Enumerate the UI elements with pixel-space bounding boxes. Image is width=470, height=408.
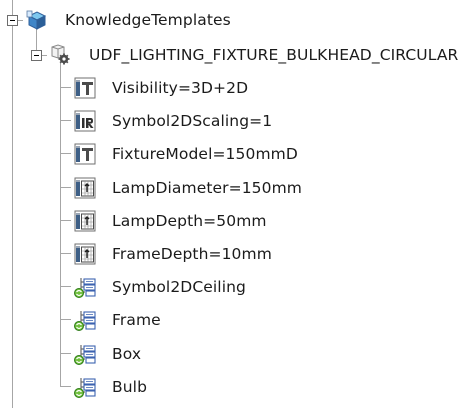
string-parameter-icon — [73, 76, 97, 100]
tree-line-item-branch — [61, 120, 71, 121]
length-parameter-icon — [73, 242, 97, 266]
root-label[interactable]: KnowledgeTemplates — [65, 10, 231, 30]
tree-line-item-branch — [61, 253, 71, 254]
tree-line-item-branch — [61, 153, 71, 154]
tree-item-label[interactable]: Box — [112, 344, 141, 364]
tree-item-label[interactable]: Symbol2DCeiling — [112, 277, 246, 297]
knowledge-templates-icon — [25, 8, 49, 32]
tree-item-label[interactable]: LampDepth=50mm — [112, 211, 267, 231]
tree-line-item-branch — [61, 353, 71, 354]
tree-item-label[interactable]: Symbol2DScaling=1 — [112, 111, 272, 131]
tree-item-label[interactable]: Frame — [112, 310, 161, 330]
tree-line-root-vertical — [12, 0, 13, 408]
tree-line-item-branch — [61, 220, 71, 221]
tree-item-label[interactable]: Visibility=3D+2D — [112, 78, 248, 98]
length-parameter-icon — [73, 209, 97, 233]
udf-gear-icon — [47, 42, 71, 66]
string-parameter-icon — [73, 142, 97, 166]
tree-line-item-branch — [61, 286, 71, 287]
tree-item-label[interactable]: LampDiameter=150mm — [112, 178, 302, 198]
udf-collapse-toggle[interactable] — [31, 50, 42, 61]
tree-item-label[interactable]: FixtureModel=150mmD — [112, 144, 298, 164]
tree-line-item-branch — [61, 319, 71, 320]
tree-line-level2-vertical — [60, 63, 61, 387]
formula-relation-icon — [73, 275, 97, 299]
udf-label[interactable]: UDF_LIGHTING_FIXTURE_BULKHEAD_CIRCULAR — [89, 45, 458, 65]
tree-line-item-branch — [61, 187, 71, 188]
tree-line-item-branch — [61, 386, 71, 387]
tree-item-label[interactable]: FrameDepth=10mm — [112, 244, 272, 264]
formula-relation-icon — [73, 342, 97, 366]
root-collapse-toggle[interactable] — [7, 15, 18, 26]
real-parameter-icon — [73, 109, 97, 133]
formula-relation-icon — [73, 308, 97, 332]
length-parameter-icon — [73, 176, 97, 200]
formula-relation-icon — [73, 375, 97, 399]
tree-item-label[interactable]: Bulb — [112, 377, 147, 397]
tree-line-item-branch — [61, 87, 71, 88]
